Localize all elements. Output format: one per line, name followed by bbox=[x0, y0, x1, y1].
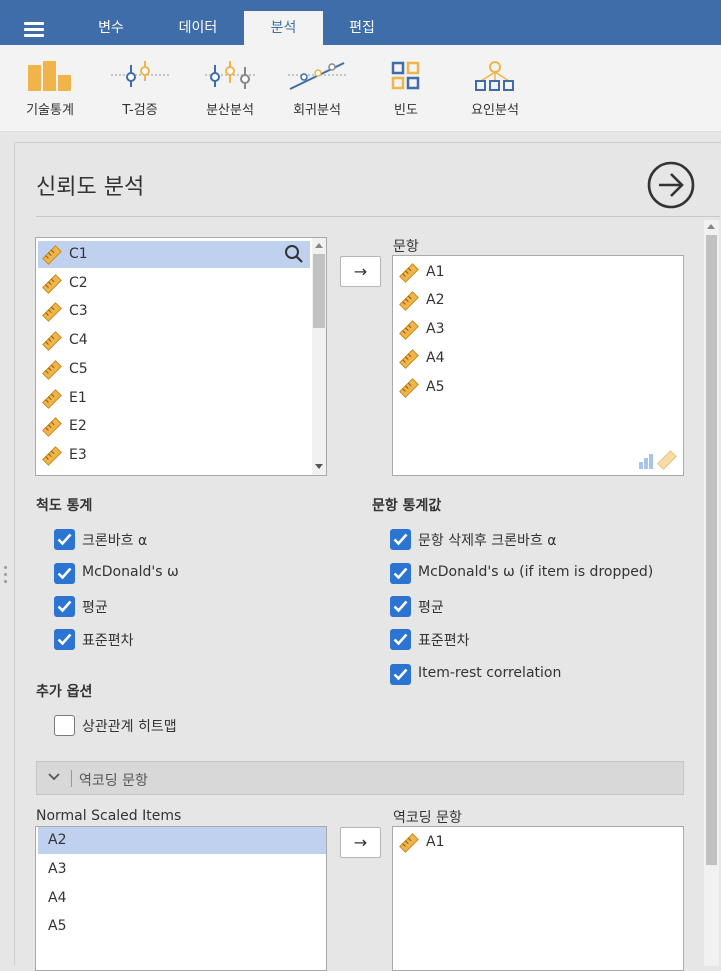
variables-scrollbar[interactable] bbox=[312, 238, 326, 475]
list-item[interactable]: A1 bbox=[395, 829, 681, 856]
ruler-icon bbox=[399, 291, 419, 311]
ruler-icon bbox=[399, 263, 419, 283]
checkbox[interactable] bbox=[390, 529, 411, 550]
checkbox[interactable] bbox=[54, 563, 75, 584]
tab-edit[interactable]: 편집 bbox=[326, 11, 398, 45]
checkbox[interactable] bbox=[390, 629, 411, 650]
list-item[interactable]: A5 bbox=[395, 374, 681, 401]
run-arrow-icon[interactable] bbox=[647, 161, 695, 209]
chevron-down-icon bbox=[48, 773, 60, 781]
checkbox[interactable] bbox=[54, 529, 75, 550]
tab-analyses[interactable]: 분석 bbox=[244, 11, 323, 45]
measure-type-icon bbox=[639, 450, 677, 470]
list-item[interactable]: A2 bbox=[395, 287, 681, 314]
list-item[interactable]: A4 bbox=[38, 885, 326, 912]
ruler-icon bbox=[399, 320, 419, 340]
checkbox[interactable] bbox=[390, 596, 411, 617]
list-item[interactable]: C5 bbox=[38, 356, 310, 383]
checkbox[interactable] bbox=[390, 664, 411, 685]
list-item[interactable]: E3 bbox=[38, 442, 310, 469]
list-item[interactable]: C2 bbox=[38, 270, 310, 297]
ribbon-descriptives[interactable]: 기술통계 bbox=[10, 45, 90, 132]
ribbon-factor[interactable]: 요인분석 bbox=[455, 45, 535, 132]
top-bar: 변수 데이터 분석 편집 bbox=[0, 0, 721, 45]
tab-variables[interactable]: 변수 bbox=[76, 11, 146, 45]
list-item[interactable]: E1 bbox=[38, 385, 310, 412]
search-icon[interactable] bbox=[284, 244, 304, 264]
move-to-items-button[interactable]: → bbox=[340, 256, 381, 287]
ttest-icon bbox=[111, 61, 169, 87]
variables-list[interactable]: C1 C2 C3 C4 C5 E1 E2 E3 bbox=[35, 237, 327, 476]
descriptives-icon bbox=[28, 61, 71, 91]
checkbox[interactable] bbox=[54, 596, 75, 617]
page-title: 신뢰도 분석 bbox=[36, 175, 145, 200]
normal-items-label: Normal Scaled Items bbox=[36, 808, 182, 824]
move-to-reverse-button[interactable]: → bbox=[340, 827, 381, 858]
ruler-icon bbox=[399, 378, 419, 398]
item-stats-heading: 문항 통계값 bbox=[372, 498, 442, 514]
ruler-icon bbox=[42, 302, 62, 322]
tab-data[interactable]: 데이터 bbox=[160, 11, 236, 45]
checkbox[interactable] bbox=[54, 629, 75, 650]
ruler-icon bbox=[399, 833, 419, 853]
ruler-icon bbox=[42, 417, 62, 437]
list-item[interactable]: E2 bbox=[38, 413, 310, 440]
scale-stats-heading: 척도 통계 bbox=[36, 498, 93, 514]
checkbox[interactable] bbox=[390, 563, 411, 584]
regression-icon bbox=[288, 62, 346, 90]
reverse-items-list[interactable]: A1 bbox=[392, 826, 684, 971]
list-item[interactable]: A5 bbox=[38, 913, 326, 940]
ribbon-frequencies[interactable]: 빈도 bbox=[366, 45, 446, 132]
title-divider bbox=[36, 216, 720, 217]
ruler-icon bbox=[42, 360, 62, 380]
normal-items-list[interactable]: A2 A3 A4 A5 bbox=[35, 826, 327, 971]
ruler-icon bbox=[42, 245, 62, 265]
ruler-icon bbox=[42, 389, 62, 409]
anova-icon bbox=[205, 61, 255, 89]
panel-resize-handle[interactable] bbox=[4, 566, 8, 584]
frequencies-icon bbox=[391, 61, 420, 90]
additional-options-heading: 추가 옵션 bbox=[36, 684, 93, 700]
items-label: 문항 bbox=[393, 239, 419, 255]
list-item[interactable]: C1 bbox=[38, 241, 310, 268]
ruler-icon bbox=[42, 331, 62, 351]
checkbox[interactable] bbox=[54, 715, 75, 736]
ruler-icon bbox=[42, 274, 62, 294]
list-item[interactable]: A4 bbox=[395, 345, 681, 372]
list-item[interactable]: A2 bbox=[38, 827, 326, 854]
ribbon-ttest[interactable]: T-검증 bbox=[100, 45, 180, 132]
items-list[interactable]: A1 A2 A3 A4 A5 bbox=[392, 255, 684, 476]
ribbon-anova[interactable]: 분산분석 bbox=[190, 45, 270, 132]
list-item[interactable]: A3 bbox=[395, 316, 681, 343]
list-item[interactable]: C4 bbox=[38, 327, 310, 354]
ruler-icon bbox=[399, 349, 419, 369]
panel-scrollbar[interactable] bbox=[704, 220, 719, 966]
reverse-scaled-section-header[interactable]: 역코딩 문항 bbox=[36, 761, 684, 795]
reverse-items-label: 역코딩 문항 bbox=[393, 810, 462, 826]
ruler-icon bbox=[42, 446, 62, 466]
list-item[interactable]: A3 bbox=[38, 856, 326, 883]
list-item[interactable]: A1 bbox=[395, 259, 681, 286]
list-item[interactable]: C3 bbox=[38, 298, 310, 325]
reliability-panel: 신뢰도 분석 C1 C2 C3 C4 C5 E1 E2 E3 → 문항 A1 A… bbox=[14, 142, 721, 971]
ribbon-regression[interactable]: 회귀분석 bbox=[277, 45, 357, 132]
analysis-ribbon: 기술통계 T-검증 분산분석 회귀분석 빈도 요인분석 bbox=[0, 45, 721, 132]
menu-icon[interactable] bbox=[24, 22, 46, 38]
factor-icon bbox=[475, 61, 514, 91]
